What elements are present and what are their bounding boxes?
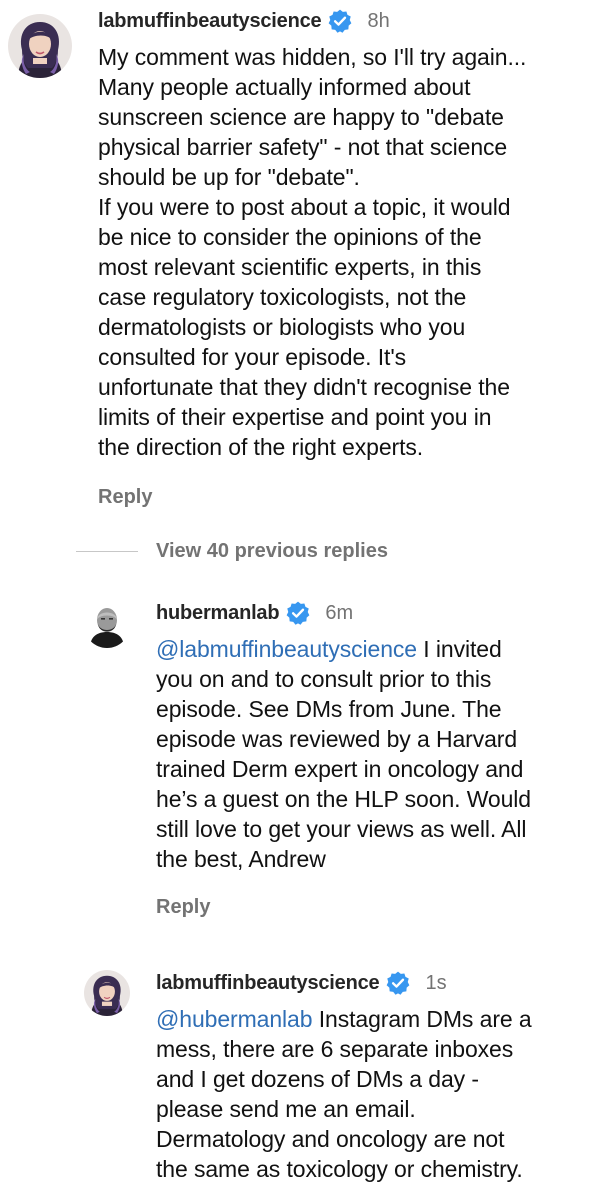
man-portrait-icon: [84, 602, 130, 648]
view-previous-replies[interactable]: View 40 previous replies: [76, 535, 388, 567]
timestamp: 8h: [367, 9, 390, 32]
comment-text: @labmuffinbeautyscience I invited you on…: [156, 634, 586, 874]
comment-1: labmuffinbeautyscience 8h My comment was…: [0, 0, 591, 520]
verified-badge-icon: [329, 9, 352, 33]
avatar[interactable]: [8, 14, 72, 78]
username[interactable]: labmuffinbeautyscience: [156, 972, 380, 995]
comment-text: My comment was hidden, so I'll try again…: [98, 42, 583, 462]
reply-button[interactable]: Reply: [98, 486, 152, 509]
username[interactable]: hubermanlab: [156, 602, 280, 625]
comment-header: labmuffinbeautyscience 8h: [98, 6, 583, 36]
view-replies-label[interactable]: View 40 previous replies: [156, 540, 388, 563]
mention-link[interactable]: @labmuffinbeautyscience: [156, 636, 417, 662]
divider-line: [76, 550, 138, 552]
comment-text: @hubermanlab Instagram DMs are a mess, t…: [156, 1004, 586, 1184]
woman-portrait-icon: [8, 14, 72, 78]
verified-badge-icon: [387, 971, 410, 995]
comment-header: labmuffinbeautyscience 1s: [156, 968, 586, 998]
avatar[interactable]: [84, 970, 130, 1016]
comment-body: Instagram DMs are a mess, there are 6 se…: [156, 1006, 532, 1182]
comment-header: hubermanlab 6m: [156, 598, 586, 628]
comment-body: I invited you on and to consult prior to…: [156, 636, 531, 872]
timestamp: 1s: [425, 971, 447, 994]
avatar[interactable]: [84, 602, 130, 648]
reply-button[interactable]: Reply: [156, 896, 210, 919]
username[interactable]: labmuffinbeautyscience: [98, 10, 322, 33]
comment-body: My comment was hidden, so I'll try again…: [98, 44, 527, 460]
verified-badge-icon: [287, 601, 310, 625]
woman-portrait-icon: [84, 970, 130, 1016]
comment-2: hubermanlab 6m @labmuffinbeautyscience I…: [0, 590, 591, 930]
comment-3: labmuffinbeautyscience 1s @hubermanlab I…: [0, 960, 591, 1200]
timestamp: 6m: [325, 601, 354, 624]
mention-link[interactable]: @hubermanlab: [156, 1006, 313, 1032]
